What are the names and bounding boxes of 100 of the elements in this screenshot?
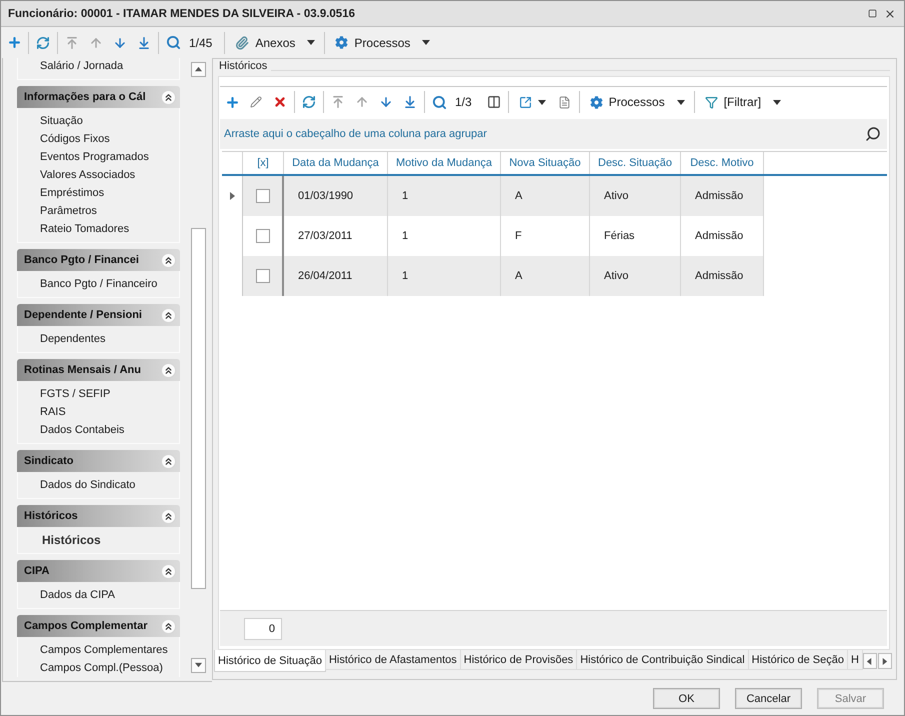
- column-header[interactable]: Motivo da Mudança: [388, 152, 501, 174]
- filter-button[interactable]: [Filtrar]: [696, 90, 788, 114]
- sidebar-item[interactable]: Salário / Jornada: [40, 58, 124, 75]
- collapse-button[interactable]: [161, 308, 176, 322]
- column-header[interactable]: Desc. Motivo: [681, 152, 764, 174]
- processes-button[interactable]: Processos: [582, 90, 692, 114]
- scroll-left-button[interactable]: [862, 653, 877, 669]
- arrow-down-to-line-icon: [403, 95, 417, 109]
- table-cell: 1: [388, 256, 501, 296]
- maximize-icon: [868, 9, 877, 18]
- scroll-up-button[interactable]: [191, 62, 206, 77]
- plus-icon: [6, 35, 22, 50]
- sidebar-item[interactable]: Dependentes: [40, 330, 106, 348]
- sidebar-item[interactable]: FGTS / SEFIP: [40, 385, 110, 403]
- record-counter: 1/3: [455, 95, 472, 109]
- columns-icon: [486, 95, 501, 109]
- group-title: CIPA: [24, 565, 50, 577]
- plus-icon: [224, 94, 240, 110]
- collapse-button[interactable]: [161, 252, 176, 268]
- sidebar-item[interactable]: Parâmetros: [40, 202, 97, 220]
- table-cell: 01/03/1990: [284, 176, 388, 216]
- collapse-button[interactable]: [161, 362, 176, 378]
- tab[interactable]: H: [846, 650, 863, 670]
- column-header[interactable]: Nova Situação: [501, 152, 590, 174]
- row-pointer-icon: [228, 192, 236, 200]
- sidebar-item[interactable]: Situação: [40, 112, 83, 130]
- row-checkbox[interactable]: [256, 269, 270, 283]
- group-title: Dependente / Pensioni: [24, 309, 142, 321]
- sidebar-item[interactable]: RAIS: [40, 403, 66, 421]
- close-icon: [884, 8, 896, 20]
- window-title: Funcionário: 00001 - ITAMAR MENDES DA SILVEIRA - 03.9.0516: [8, 8, 355, 20]
- sidebar-item[interactable]: Eventos Programados: [40, 148, 149, 166]
- double-chevron-up-icon: [163, 620, 174, 632]
- caret-icon: [422, 40, 430, 45]
- column-header[interactable]: [x]: [243, 152, 284, 174]
- arrow-up-icon: [355, 95, 369, 109]
- left-triangle-icon: [866, 658, 874, 664]
- caret-icon: [307, 40, 316, 45]
- sidebar-item[interactable]: Campos Compl.(Pessoa): [40, 659, 163, 677]
- group-title: Informações para o Cál: [24, 91, 146, 103]
- search-icon: [166, 35, 180, 50]
- group-title: Históricos: [24, 510, 78, 522]
- caret-icon: [538, 100, 546, 104]
- up-triangle-icon: [195, 66, 202, 73]
- collapse-button[interactable]: [161, 564, 176, 578]
- table-cell: Admissão: [681, 256, 764, 296]
- collapse-button[interactable]: [161, 454, 176, 468]
- collapse-button[interactable]: [161, 90, 176, 104]
- double-chevron-up-icon: [163, 310, 174, 320]
- collapse-button[interactable]: [161, 508, 176, 524]
- sidebar-item[interactable]: Valores Associados: [40, 166, 136, 184]
- row-checkbox[interactable]: [256, 229, 270, 243]
- table-cell: A: [501, 256, 590, 296]
- panel-title: Históricos: [219, 60, 268, 72]
- double-chevron-up-icon: [163, 566, 174, 576]
- table-cell: Ativo: [590, 256, 681, 296]
- table-cell: A: [501, 176, 590, 216]
- column-header[interactable]: Data da Mudança: [284, 152, 388, 174]
- double-chevron-up-icon: [163, 456, 174, 466]
- down-triangle-icon: [195, 662, 202, 669]
- arrow-down-icon: [379, 95, 393, 109]
- table-cell: 26/04/2011: [284, 256, 388, 296]
- sidebar-item[interactable]: Dados da CIPA: [40, 586, 116, 604]
- arrow-up-to-line-icon: [65, 36, 79, 50]
- attachments-button[interactable]: Anexos: [227, 30, 322, 54]
- scrollbar-thumb[interactable]: [191, 228, 206, 589]
- caret-icon: [676, 100, 685, 104]
- sidebar-item[interactable]: Empréstimos: [40, 184, 104, 202]
- row-checkbox[interactable]: [256, 189, 270, 203]
- sidebar-item[interactable]: Dados do Sindicato: [40, 476, 136, 494]
- sidebar-item[interactable]: Dados Contabeis: [40, 421, 124, 439]
- export-icon: [518, 96, 532, 108]
- cancel-button[interactable]: Cancelar: [735, 688, 802, 709]
- column-header[interactable]: Desc. Situação: [590, 152, 681, 174]
- arrow-up-to-line-icon: [331, 95, 345, 109]
- sidebar-item[interactable]: Rateio Tomadores: [40, 220, 130, 238]
- refresh-icon: [302, 95, 316, 109]
- right-triangle-icon: [881, 658, 888, 664]
- double-chevron-up-icon: [163, 254, 174, 266]
- tab[interactable]: Histórico de Situação: [214, 650, 326, 672]
- tab[interactable]: Histórico de Afastamentos: [324, 650, 461, 670]
- processes-button[interactable]: Processos: [327, 30, 438, 54]
- double-chevron-up-icon: [163, 510, 174, 522]
- collapse-button[interactable]: [161, 618, 176, 634]
- gear-icon: [590, 96, 603, 108]
- pencil-icon: [250, 96, 262, 108]
- ok-button[interactable]: OK: [653, 688, 720, 709]
- double-chevron-up-icon: [163, 92, 174, 102]
- group-title: Sindicato: [24, 455, 74, 467]
- group-title: Banco Pgto / Financei: [24, 254, 139, 266]
- document-icon: [558, 96, 572, 108]
- search-icon: [432, 94, 446, 110]
- sidebar-item[interactable]: Históricos: [42, 531, 101, 549]
- sidebar-item[interactable]: Campos Complementares: [40, 641, 168, 659]
- scroll-right-button[interactable]: [878, 653, 892, 669]
- arrow-down-to-line-icon: [137, 36, 151, 50]
- sidebar-item[interactable]: Códigos Fixos: [40, 130, 110, 148]
- paperclip-icon: [235, 36, 250, 50]
- sidebar-item[interactable]: Banco Pgto / Financeiro: [40, 275, 158, 293]
- scroll-down-button[interactable]: [191, 658, 206, 673]
